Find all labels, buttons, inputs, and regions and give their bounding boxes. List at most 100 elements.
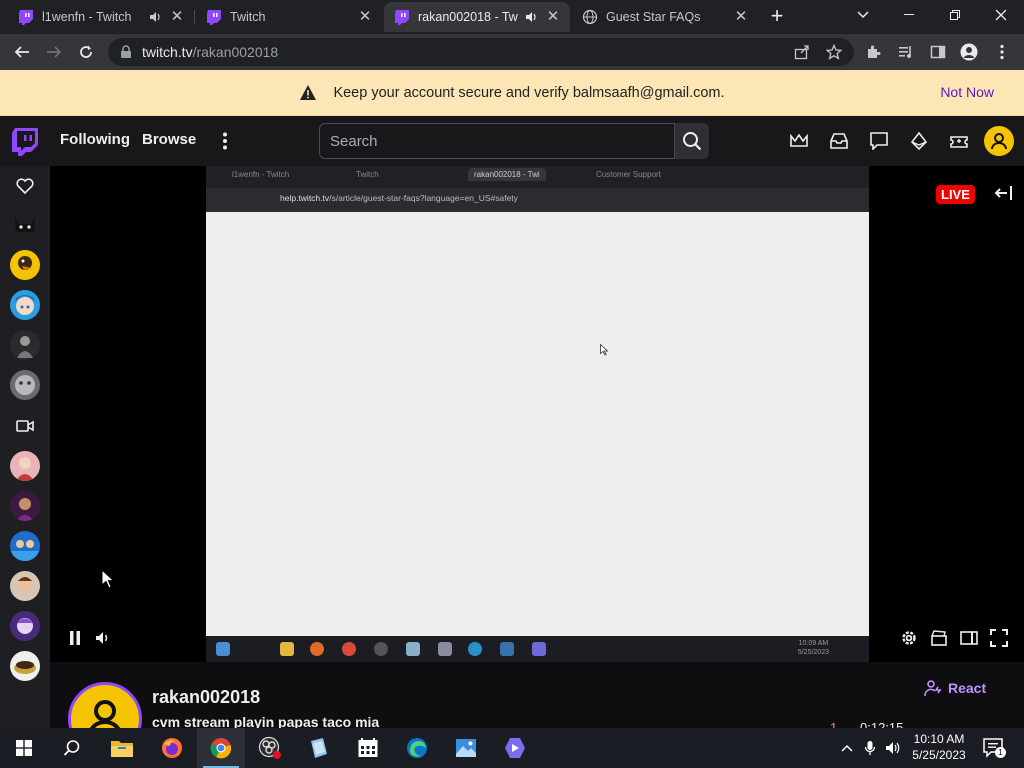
- show-hidden-icons-button[interactable]: [838, 739, 856, 757]
- tab-audio-icon[interactable]: [148, 10, 162, 24]
- restore-button[interactable]: [932, 0, 978, 30]
- channel-avatar[interactable]: [10, 330, 40, 360]
- channel-avatar[interactable]: [10, 370, 40, 400]
- mirrored-address-bar: help.twitch.tv/s/article/guest-star-faqs…: [206, 188, 869, 212]
- back-button[interactable]: [11, 41, 33, 63]
- address-bar[interactable]: twitch.tv/rakan002018: [108, 38, 854, 66]
- restore-icon: [950, 10, 960, 20]
- close-window-button[interactable]: [978, 0, 1024, 30]
- obs-button[interactable]: [246, 728, 294, 768]
- notification-center-button[interactable]: 1: [982, 736, 1006, 760]
- collapse-chat-icon[interactable]: [994, 183, 1014, 203]
- browser-tab-rakan002018[interactable]: rakan002018 - Twi ✕: [384, 2, 570, 32]
- microphone-tray-icon[interactable]: [861, 739, 879, 757]
- puzzle-icon: [868, 45, 881, 58]
- minimize-button[interactable]: [886, 0, 932, 30]
- reload-button[interactable]: [75, 41, 97, 63]
- firefox-icon: [162, 738, 182, 758]
- start-button[interactable]: [0, 728, 48, 768]
- mirrored-app-icon: [500, 642, 514, 656]
- user-avatar[interactable]: [984, 126, 1014, 156]
- browser-tab-guest-star-faqs[interactable]: Guest Star FAQs ✕: [572, 2, 758, 32]
- browser-tab-l1wenfn[interactable]: l1wenfn - Twitch ✕: [8, 2, 194, 32]
- ticket-icon: [950, 136, 968, 148]
- tab-search-button[interactable]: [840, 0, 886, 30]
- search-button[interactable]: [675, 123, 709, 159]
- theatre-mode-button[interactable]: [959, 628, 979, 648]
- clip-button[interactable]: [929, 628, 949, 648]
- mirrored-clock: 10:09 AM 5/25/2023: [798, 639, 829, 657]
- new-tab-button[interactable]: +: [766, 5, 788, 28]
- fullscreen-icon: [990, 629, 1008, 647]
- taskbar-time: 10:10 AM: [913, 732, 965, 746]
- calendar-button[interactable]: [344, 728, 392, 768]
- channel-avatar[interactable]: [10, 290, 40, 320]
- channel-avatar[interactable]: [10, 250, 40, 280]
- viewer-count: 1: [830, 720, 838, 728]
- browser-menu-button[interactable]: [992, 42, 1012, 62]
- profile-button[interactable]: [959, 42, 979, 62]
- share-icon[interactable]: [794, 44, 810, 60]
- tab-close-icon[interactable]: ✕: [734, 9, 748, 24]
- browse-link[interactable]: Browse: [142, 131, 196, 148]
- not-now-button[interactable]: Not Now: [940, 84, 994, 100]
- video-editor-icon: [505, 738, 525, 758]
- inbox-button[interactable]: [828, 130, 850, 152]
- bookmark-star-icon[interactable]: [826, 44, 842, 60]
- extensions-button[interactable]: [864, 42, 884, 62]
- channel-avatar[interactable]: [10, 531, 40, 561]
- file-explorer-button[interactable]: [98, 728, 146, 768]
- settings-button[interactable]: [899, 628, 919, 648]
- bits-button[interactable]: [908, 130, 930, 152]
- recommended-channels-button[interactable]: [15, 416, 35, 436]
- browser-tab-twitch[interactable]: Twitch ✕: [196, 2, 382, 32]
- react-button[interactable]: React: [924, 679, 986, 697]
- tab-title: Guest Star FAQs: [606, 10, 701, 24]
- channel-avatar-large[interactable]: [68, 682, 142, 728]
- side-panel-button[interactable]: [928, 42, 948, 62]
- search-input[interactable]: Search: [319, 123, 675, 159]
- video-player[interactable]: l1wenfn - Twitch Twitch rakan002018 - Tw…: [50, 166, 1024, 662]
- channel-avatar[interactable]: [10, 611, 40, 641]
- globe-favicon-icon: [582, 9, 598, 25]
- more-options-icon[interactable]: [222, 132, 228, 150]
- mirrored-app-icon: [374, 642, 388, 656]
- pause-button[interactable]: [65, 628, 85, 648]
- tab-close-icon[interactable]: ✕: [170, 9, 184, 24]
- whispers-button[interactable]: [868, 130, 890, 152]
- fullscreen-button[interactable]: [989, 628, 1009, 648]
- edge-button[interactable]: [393, 728, 441, 768]
- forward-button[interactable]: [43, 41, 65, 63]
- clipchamp-button[interactable]: [491, 728, 539, 768]
- browser-toolbar: twitch.tv/rakan002018: [0, 34, 1024, 70]
- following-link[interactable]: Following: [60, 131, 130, 148]
- turbo-button[interactable]: [948, 130, 970, 152]
- channel-avatar[interactable]: [10, 451, 40, 481]
- channel-avatar[interactable]: [10, 491, 40, 521]
- taskbar-clock[interactable]: 10:10 AM 5/25/2023: [904, 731, 974, 763]
- taskbar-search-button[interactable]: [48, 728, 96, 768]
- firefox-button[interactable]: [148, 728, 196, 768]
- twitch-logo-icon[interactable]: [12, 128, 38, 156]
- app-button[interactable]: [295, 728, 343, 768]
- stream-uptime: 0:12:15: [860, 720, 904, 728]
- followed-channels-button[interactable]: [15, 176, 35, 196]
- channel-avatar[interactable]: [10, 210, 40, 240]
- url-host: twitch.tv: [142, 44, 193, 60]
- channel-avatar[interactable]: [10, 571, 40, 601]
- prime-button[interactable]: [788, 130, 810, 152]
- notification-count: 1: [995, 747, 1006, 758]
- photos-button[interactable]: [442, 728, 490, 768]
- mirrored-taskbar: 10:09 AM 5/25/2023: [206, 636, 869, 662]
- tab-close-icon[interactable]: ✕: [358, 9, 372, 24]
- channel-name[interactable]: rakan002018: [152, 687, 260, 708]
- channel-avatar[interactable]: [10, 651, 40, 681]
- cat-avatar-icon: [15, 218, 35, 232]
- tab-close-icon[interactable]: ✕: [546, 9, 560, 24]
- volume-tray-icon[interactable]: [884, 739, 902, 757]
- tab-audio-icon[interactable]: [524, 10, 538, 24]
- media-control-button[interactable]: [896, 42, 916, 62]
- chrome-button[interactable]: [197, 728, 245, 768]
- browser-tab-strip: l1wenfn - Twitch ✕ Twitch ✕ rakan002018 …: [0, 0, 1024, 34]
- volume-button[interactable]: [93, 628, 113, 648]
